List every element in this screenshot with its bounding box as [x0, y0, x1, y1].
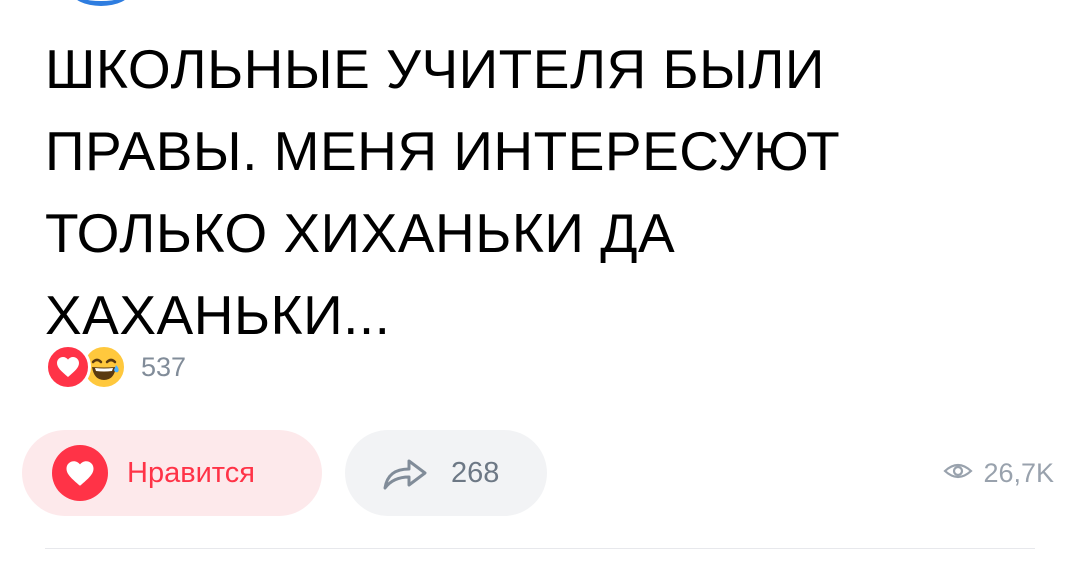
like-button[interactable]: Нравится: [22, 430, 322, 516]
reactions-summary[interactable]: 537: [45, 344, 187, 390]
share-arrow-icon: [381, 453, 437, 493]
post-text-line: ШКОЛЬНЫЕ УЧИТЕЛЯ БЫЛИ: [45, 38, 825, 100]
share-count: 268: [451, 456, 500, 489]
post-text: ШКОЛЬНЫЕ УЧИТЕЛЯ БЫЛИ ПРАВЫ. МЕНЯ ИНТЕРЕ…: [45, 28, 1045, 356]
post-text-line: ТОЛЬКО ХИХАНЬКИ ДА: [45, 202, 676, 264]
divider: [45, 548, 1035, 549]
post-text-line: ПРАВЫ. МЕНЯ ИНТЕРЕСУЮТ: [45, 120, 841, 182]
like-label: Нравится: [127, 456, 255, 489]
post-text-line: ХАХАНЬКИ...: [45, 284, 391, 346]
eye-icon: [943, 461, 974, 486]
views-counter: 26,7K: [943, 455, 1054, 491]
reactions-count: 537: [141, 351, 187, 382]
heart-icon: [52, 445, 108, 501]
views-count: 26,7K: [983, 457, 1054, 488]
share-button[interactable]: 268: [345, 430, 547, 516]
author-avatar-edge[interactable]: [72, 0, 130, 6]
heart-reaction-icon: [45, 344, 91, 390]
